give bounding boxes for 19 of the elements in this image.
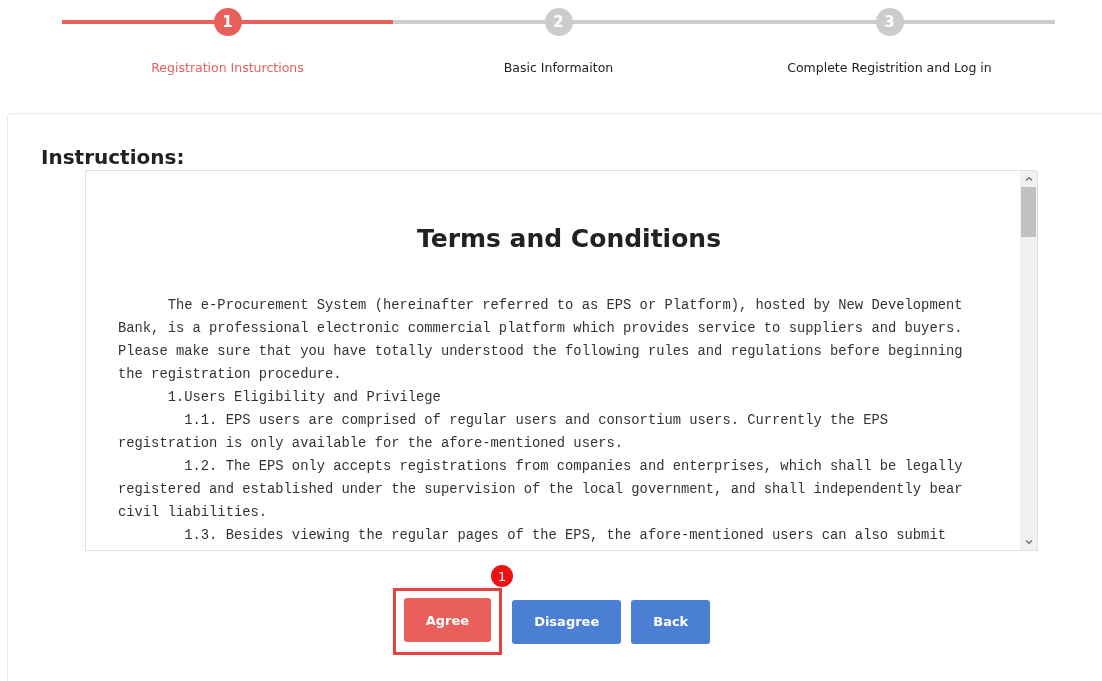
scroll-up-icon[interactable] [1023,174,1034,184]
step-label: Basic Informaiton [503,60,614,75]
terms-paragraph: 1.2. The EPS only accepts registrations from companies and enterprises, which shall be legally registered and established under the supervision of the local government, and shall independently bear civil liabilities. [118,458,964,522]
step-number: 1 [213,8,242,36]
terms-paragraph: The e-Procurement System (hereinafter referred to as EPS or Platform), hosted by New Development Bank, is a professional electronic commercial platform which provides service to suppliers and buyers. Please make sure that you have totally understood the following rules and regulations before beginning the registration procedure. [118,297,964,384]
document-title: Terms and Conditions [415,223,723,255]
scroll-thumb[interactable] [1021,187,1036,237]
scrollbar[interactable] [1020,171,1037,550]
section-title: Instructions: [41,144,186,170]
terms-paragraph: 1.1. EPS users are comprised of regular users and consortium users. Currently the EPS registration is only available for the afore-mentioned users. [118,412,889,453]
callout-badge: 1 [491,565,514,587]
terms-paragraph: 1.3. Besides viewing the regular pages of the EPS, the afore-mentioned users can also submit [183,527,947,545]
disagree-button[interactable]: Disagree [512,599,622,644]
step-label: Complete Registrition and Log in [787,60,992,75]
back-button[interactable]: Back [631,599,711,644]
step-label: Registration Insturctions [151,60,304,75]
terms-paragraph: 1.Users Eligibility and Privilege [166,389,442,407]
scroll-down-icon[interactable] [1023,537,1034,547]
agree-button[interactable]: Agree [403,598,492,642]
